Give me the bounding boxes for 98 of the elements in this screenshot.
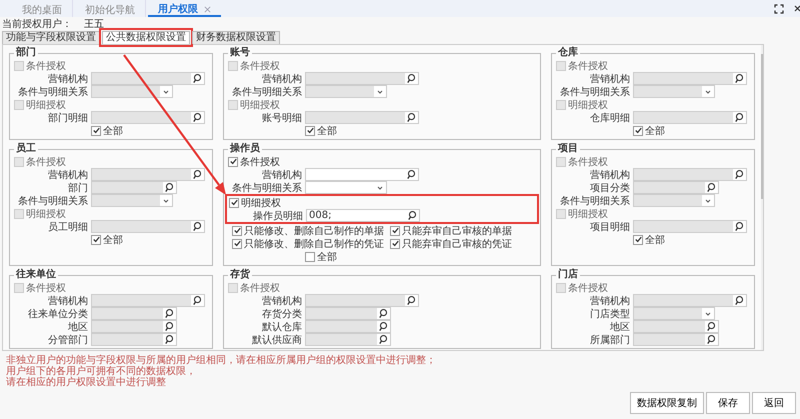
checkbox-label: 条件授权 bbox=[26, 282, 66, 294]
section-title: 存货 bbox=[229, 269, 251, 281]
checkbox-label: 全部 bbox=[103, 124, 123, 138]
checkbox-label: 条件授权 bbox=[240, 60, 280, 72]
section-title: 部门 bbox=[14, 47, 37, 59]
current-user-name: 王五 bbox=[84, 19, 104, 30]
field-label: 营销机构 bbox=[261, 72, 302, 86]
action-button[interactable]: 数据权限复制 bbox=[630, 392, 704, 414]
field-label: 营销机构 bbox=[589, 168, 630, 182]
checkbox-label: 明细授权 bbox=[26, 98, 66, 112]
field-value: 008; bbox=[309, 210, 332, 221]
checkbox[interactable] bbox=[232, 226, 242, 236]
field-label: 仓库明细 bbox=[589, 112, 630, 124]
checkbox-label: 条件授权 bbox=[568, 282, 608, 294]
field-label: 项目明细 bbox=[589, 220, 630, 234]
checkbox[interactable] bbox=[91, 234, 101, 244]
checkbox-label: 条件授权 bbox=[568, 60, 608, 72]
field-label: 营销机构 bbox=[589, 294, 630, 308]
field-label: 分管部门 bbox=[47, 334, 88, 346]
checkbox-label: 条件授权 bbox=[26, 60, 66, 72]
checkbox[interactable] bbox=[633, 234, 643, 244]
field-label: 条件与明细关系 bbox=[17, 194, 88, 208]
field-label: 默认供应商 bbox=[251, 334, 302, 346]
field-label: 营销机构 bbox=[47, 168, 88, 182]
field-label: 存货分类 bbox=[261, 308, 302, 320]
checkbox-label: 全部 bbox=[645, 124, 665, 138]
field-label: 账号明细 bbox=[261, 112, 302, 124]
action-button[interactable]: 保存 bbox=[706, 392, 750, 414]
checkbox-label: 全部 bbox=[645, 234, 665, 246]
field-label: 地区 bbox=[609, 320, 630, 334]
tab[interactable]: 公共数据权限设置 bbox=[102, 31, 190, 44]
field-label: 员工明细 bbox=[47, 220, 88, 234]
dropdown-field[interactable] bbox=[305, 181, 387, 194]
field-label: 条件与明细关系 bbox=[559, 86, 630, 98]
maximize-icon[interactable] bbox=[774, 4, 784, 14]
field-label: 操作员明细 bbox=[252, 210, 303, 222]
checkbox-label: 明细授权 bbox=[241, 196, 281, 210]
note-text: 请在相应的用户权限设置中进行调整 bbox=[6, 377, 167, 388]
tab[interactable]: 用户权限 bbox=[148, 0, 221, 17]
checkbox[interactable] bbox=[390, 238, 400, 248]
checkbox-label: 全部 bbox=[317, 250, 337, 264]
checkbox[interactable] bbox=[633, 126, 643, 136]
field-label: 条件与明细关系 bbox=[17, 86, 88, 98]
close-icon[interactable] bbox=[794, 4, 800, 14]
checkbox[interactable] bbox=[305, 126, 315, 136]
section-title: 操作员 bbox=[228, 143, 261, 155]
checkbox-label: 条件授权 bbox=[240, 282, 280, 294]
checkbox[interactable] bbox=[390, 226, 400, 236]
checkbox[interactable] bbox=[229, 198, 239, 208]
checkbox-label: 只能修改、删除自己制作的单据 bbox=[244, 224, 384, 238]
lookup-field[interactable] bbox=[305, 168, 419, 181]
checkbox-label: 条件授权 bbox=[240, 156, 280, 168]
lookup-field[interactable]: 008; bbox=[306, 209, 420, 222]
section-title: 员工 bbox=[15, 143, 37, 155]
field-label: 部门 bbox=[67, 182, 88, 194]
section-title: 账号 bbox=[229, 47, 251, 59]
field-label: 条件与明细关系 bbox=[559, 194, 630, 208]
field-label: 地区 bbox=[67, 320, 88, 334]
field-label: 部门明细 bbox=[47, 112, 88, 124]
search-icon[interactable] bbox=[407, 210, 418, 221]
field-label: 门店类型 bbox=[589, 308, 630, 320]
field-label: 营销机构 bbox=[589, 72, 630, 86]
note-text: 非独立用户的功能与字段权限与所属的用户组相同，请在相应所属用户组的权限设置中进行调整； bbox=[6, 355, 437, 366]
field-label: 项目分类 bbox=[589, 182, 630, 194]
checkbox-label: 明细授权 bbox=[240, 98, 280, 112]
tab[interactable]: 财务数据权限设置 bbox=[192, 31, 280, 44]
field-label: 营销机构 bbox=[47, 72, 88, 86]
checkbox[interactable] bbox=[228, 156, 238, 166]
checkbox-label: 全部 bbox=[317, 124, 337, 138]
field-label: 营销机构 bbox=[261, 168, 302, 182]
action-button[interactable]: 返回 bbox=[752, 392, 796, 414]
section-title: 项目 bbox=[556, 143, 579, 155]
checkbox-label: 只能弃审自己审核的凭证 bbox=[402, 238, 512, 250]
tab[interactable]: 功能与字段权限设置 bbox=[2, 31, 100, 44]
checkbox-label: 只能修改、删除自己制作的凭证 bbox=[244, 238, 384, 250]
checkbox-label: 只能弃审自己审核的单据 bbox=[402, 224, 512, 238]
field-label: 条件与明细关系 bbox=[231, 86, 302, 98]
section-title: 往来单位 bbox=[14, 269, 57, 281]
field-label: 往来单位分类 bbox=[27, 308, 88, 320]
checkbox-label: 条件授权 bbox=[568, 156, 608, 168]
checkbox-label: 条件授权 bbox=[26, 156, 66, 168]
search-icon[interactable] bbox=[406, 169, 417, 180]
section-title: 仓库 bbox=[557, 47, 579, 59]
checkbox[interactable] bbox=[305, 252, 315, 262]
checkbox[interactable] bbox=[232, 238, 242, 248]
checkbox-label: 明细授权 bbox=[568, 98, 608, 112]
checkbox-label: 明细授权 bbox=[568, 208, 608, 220]
field-label: 营销机构 bbox=[47, 294, 88, 308]
field-label: 默认仓库 bbox=[261, 320, 302, 334]
section-title: 门店 bbox=[557, 269, 579, 281]
checkbox[interactable] bbox=[91, 126, 101, 136]
field-label: 所属部门 bbox=[589, 334, 630, 346]
field-label: 条件与明细关系 bbox=[231, 182, 302, 194]
checkbox-label: 明细授权 bbox=[26, 208, 66, 220]
field-label: 营销机构 bbox=[261, 294, 302, 308]
checkbox-label: 全部 bbox=[103, 234, 123, 246]
current-user-label: 当前授权用户： bbox=[2, 19, 72, 30]
note-text: 用户组下的各用户可拥有不同的数据权限， bbox=[6, 366, 197, 377]
